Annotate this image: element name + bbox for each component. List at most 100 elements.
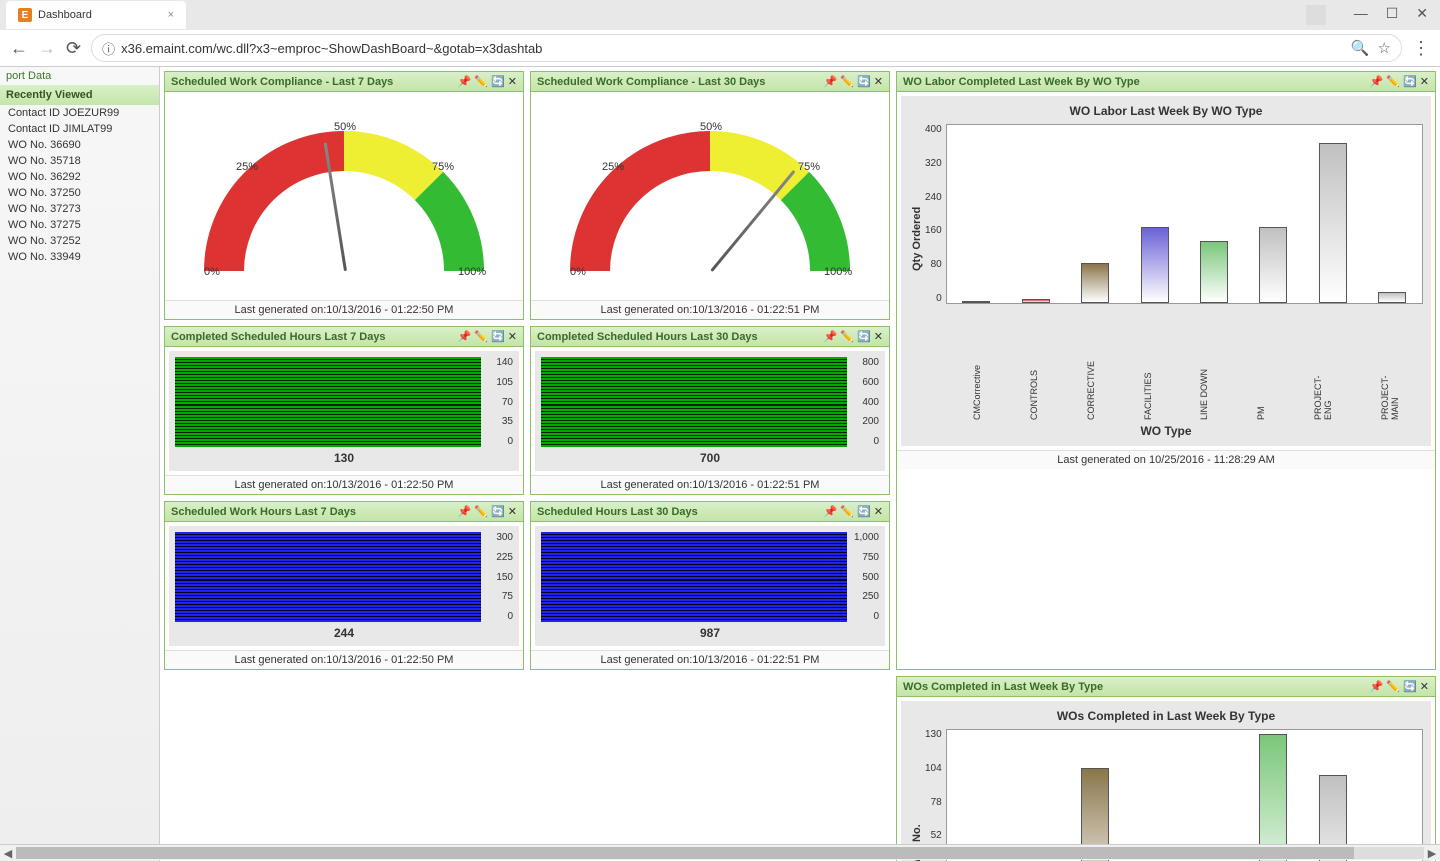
widget-title: Scheduled Work Compliance - Last 7 Days bbox=[171, 76, 393, 88]
widget-scheduled-hours-7days: Scheduled Work Hours Last 7 Days 📌✏️🔄✕ 3… bbox=[164, 501, 524, 670]
back-icon[interactable]: ← bbox=[10, 38, 28, 59]
close-window-icon[interactable]: ✕ bbox=[1416, 5, 1428, 25]
refresh-icon[interactable]: 🔄 bbox=[1403, 680, 1417, 693]
horizontal-scrollbar[interactable]: ◀ ▶ bbox=[0, 844, 1440, 860]
refresh-icon[interactable]: 🔄 bbox=[857, 505, 871, 518]
widget-title: Scheduled Work Compliance - Last 30 Days bbox=[537, 76, 765, 88]
strip-chart: 1,0007505002500 bbox=[541, 532, 879, 622]
widget-compliance-7days: Scheduled Work Compliance - Last 7 Days … bbox=[164, 71, 524, 320]
edit-icon[interactable]: ✏️ bbox=[474, 75, 488, 88]
sidebar-port-data-link[interactable]: port Data bbox=[0, 67, 159, 85]
address-row: ← → ⟳ ⓘ x36.emaint.com/wc.dll?x3~emproc~… bbox=[0, 30, 1440, 66]
close-icon[interactable]: ✕ bbox=[508, 75, 517, 88]
pin-icon[interactable]: 📌 bbox=[824, 330, 838, 343]
reload-icon[interactable]: ⟳ bbox=[66, 38, 81, 59]
xtick-label: FACILITIES bbox=[1143, 360, 1153, 420]
search-icon[interactable]: 🔍 bbox=[1351, 39, 1370, 57]
sidebar-item[interactable]: WO No. 37250 bbox=[0, 185, 159, 201]
close-icon[interactable]: ✕ bbox=[874, 330, 883, 343]
chart-bar bbox=[1259, 227, 1287, 303]
chart-bar bbox=[1319, 143, 1347, 303]
widget-title: WOs Completed in Last Week By Type bbox=[903, 681, 1103, 693]
chart-bar bbox=[1259, 734, 1287, 861]
sidebar-item[interactable]: Contact ID JIMLAT99 bbox=[0, 121, 159, 137]
dashboard-content: Scheduled Work Compliance - Last 7 Days … bbox=[160, 67, 1440, 861]
refresh-icon[interactable]: 🔄 bbox=[857, 75, 871, 88]
xtick-label: PROJECT-ENG bbox=[1313, 360, 1333, 420]
refresh-icon[interactable]: 🔄 bbox=[491, 75, 505, 88]
refresh-icon[interactable]: 🔄 bbox=[491, 330, 505, 343]
sidebar-item[interactable]: WO No. 35718 bbox=[0, 153, 159, 169]
scroll-track[interactable] bbox=[16, 847, 1424, 859]
strip-chart: 14010570350 bbox=[175, 357, 513, 447]
edit-icon[interactable]: ✏️ bbox=[1386, 680, 1400, 693]
edit-icon[interactable]: ✏️ bbox=[474, 330, 488, 343]
widget-footer: Last generated on:10/13/2016 - 01:22:51 … bbox=[531, 650, 889, 669]
chart-plot bbox=[946, 124, 1423, 304]
scroll-left-icon[interactable]: ◀ bbox=[0, 845, 16, 861]
pin-icon[interactable]: 📌 bbox=[1370, 75, 1384, 88]
address-bar[interactable]: ⓘ x36.emaint.com/wc.dll?x3~emproc~ShowDa… bbox=[91, 34, 1402, 62]
chart-bar bbox=[1200, 241, 1228, 303]
xtick-label: CORRECTIVE bbox=[1086, 360, 1096, 420]
sidebar-item[interactable]: WO No. 37273 bbox=[0, 201, 159, 217]
close-icon[interactable]: ✕ bbox=[874, 75, 883, 88]
strip-value: 987 bbox=[541, 622, 879, 640]
widget-header: Scheduled Work Hours Last 7 Days 📌✏️🔄✕ bbox=[165, 502, 523, 522]
close-icon[interactable]: ✕ bbox=[508, 330, 517, 343]
chart-bar bbox=[962, 301, 990, 303]
tab-row: E Dashboard × — ☐ ✕ bbox=[0, 0, 1440, 30]
chart-bar bbox=[1141, 227, 1169, 303]
close-icon[interactable]: ✕ bbox=[1420, 75, 1429, 88]
scroll-right-icon[interactable]: ▶ bbox=[1424, 845, 1440, 861]
maximize-icon[interactable]: ☐ bbox=[1386, 5, 1399, 25]
info-icon[interactable]: ⓘ bbox=[102, 39, 115, 58]
refresh-icon[interactable]: 🔄 bbox=[491, 505, 505, 518]
edit-icon[interactable]: ✏️ bbox=[1386, 75, 1400, 88]
sidebar-item[interactable]: WO No. 37275 bbox=[0, 217, 159, 233]
sidebar-item[interactable]: WO No. 33949 bbox=[0, 249, 159, 265]
browser-chrome: E Dashboard × — ☐ ✕ ← → ⟳ ⓘ x36.emaint.c… bbox=[0, 0, 1440, 67]
y-axis-label: WO No. bbox=[909, 729, 925, 861]
pin-icon[interactable]: 📌 bbox=[458, 75, 472, 88]
browser-menu-icon[interactable]: ⋮ bbox=[1412, 38, 1430, 59]
edit-icon[interactable]: ✏️ bbox=[840, 505, 854, 518]
widget-footer: Last generated on:10/13/2016 - 01:22:51 … bbox=[531, 475, 889, 494]
x-axis-label: WO Type bbox=[909, 424, 1423, 438]
widget-footer: Last generated on:10/13/2016 - 01:22:50 … bbox=[165, 650, 523, 669]
chart-title: WO Labor Last Week By WO Type bbox=[909, 104, 1423, 118]
strip-chart: 8006004002000 bbox=[541, 357, 879, 447]
close-icon[interactable]: ✕ bbox=[508, 505, 517, 518]
sidebar: port Data Recently Viewed Contact ID JOE… bbox=[0, 67, 160, 861]
tab-close-icon[interactable]: × bbox=[168, 9, 174, 21]
pin-icon[interactable]: 📌 bbox=[458, 505, 472, 518]
user-account-icon[interactable] bbox=[1306, 5, 1326, 25]
refresh-icon[interactable]: 🔄 bbox=[1403, 75, 1417, 88]
url-text: x36.emaint.com/wc.dll?x3~emproc~ShowDash… bbox=[121, 41, 1345, 56]
pin-icon[interactable]: 📌 bbox=[824, 505, 838, 518]
widget-header: Completed Scheduled Hours Last 7 Days 📌✏… bbox=[165, 327, 523, 347]
refresh-icon[interactable]: 🔄 bbox=[857, 330, 871, 343]
sidebar-item[interactable]: WO No. 37252 bbox=[0, 233, 159, 249]
forward-icon: → bbox=[38, 38, 56, 59]
minimize-icon[interactable]: — bbox=[1354, 5, 1368, 25]
star-icon[interactable]: ☆ bbox=[1378, 39, 1391, 57]
widget-title: Completed Scheduled Hours Last 30 Days bbox=[537, 331, 758, 343]
edit-icon[interactable]: ✏️ bbox=[840, 330, 854, 343]
close-icon[interactable]: ✕ bbox=[874, 505, 883, 518]
widget-footer: Last generated on:10/13/2016 - 01:22:50 … bbox=[165, 300, 523, 319]
close-icon[interactable]: ✕ bbox=[1420, 680, 1429, 693]
widget-title: Scheduled Work Hours Last 7 Days bbox=[171, 506, 356, 518]
xtick-label: PM bbox=[1256, 360, 1266, 420]
tab-title: Dashboard bbox=[38, 9, 92, 21]
pin-icon[interactable]: 📌 bbox=[1370, 680, 1384, 693]
edit-icon[interactable]: ✏️ bbox=[840, 75, 854, 88]
pin-icon[interactable]: 📌 bbox=[458, 330, 472, 343]
sidebar-item[interactable]: WO No. 36690 bbox=[0, 137, 159, 153]
pin-icon[interactable]: 📌 bbox=[824, 75, 838, 88]
edit-icon[interactable]: ✏️ bbox=[474, 505, 488, 518]
scroll-thumb[interactable] bbox=[16, 847, 1354, 859]
sidebar-item[interactable]: Contact ID JOEZUR99 bbox=[0, 105, 159, 121]
browser-tab[interactable]: E Dashboard × bbox=[6, 1, 186, 29]
sidebar-item[interactable]: WO No. 36292 bbox=[0, 169, 159, 185]
